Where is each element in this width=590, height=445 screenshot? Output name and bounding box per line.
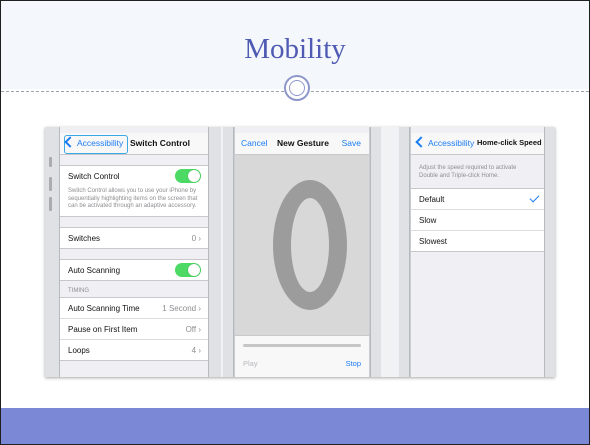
toggle-knob: [188, 170, 200, 182]
phone-bezel-right: [544, 127, 555, 377]
phone-bezel-left: [399, 127, 410, 377]
title-ornament-inner-circle-icon: [289, 80, 305, 96]
phone-side-button: [49, 197, 52, 211]
auto-scanning-row: Auto Scanning: [60, 260, 209, 280]
option-label: Slowest: [419, 237, 448, 246]
timing-group: Auto Scanning Time 1 Second › Pause on F…: [60, 296, 209, 361]
row-label: Auto Scanning Time: [68, 303, 140, 313]
nav-bar: Accessibility Switch Control: [60, 133, 209, 155]
switch-control-toggle[interactable]: [175, 169, 201, 183]
phone-bezel-right: [208, 127, 221, 377]
slide-title: Mobility: [244, 33, 346, 65]
switches-row[interactable]: Switches 0 ›: [60, 228, 209, 248]
phone-side-button: [49, 177, 52, 191]
recorded-gesture-stroke: [273, 180, 347, 310]
pause-on-first-item-row[interactable]: Pause on First Item Off ›: [60, 319, 209, 340]
phone-bezel-left: [223, 127, 234, 377]
nav-title: New Gesture: [277, 138, 329, 148]
loops-row[interactable]: Loops 4 ›: [60, 340, 209, 360]
back-button[interactable]: Accessibility: [64, 136, 124, 148]
option-label: Default: [419, 195, 445, 204]
switches-label: Switches: [68, 233, 101, 243]
toggle-knob: [188, 263, 200, 276]
gesture-canvas[interactable]: [235, 155, 369, 335]
timing-section-header: TIMING: [68, 287, 89, 294]
switches-group: Switches 0 ›: [60, 226, 209, 249]
back-label: Accessibility: [428, 138, 475, 148]
screen-home-click-speed: Accessibility Home-click Speed Adjust th…: [411, 127, 545, 377]
stop-button[interactable]: Stop: [346, 359, 361, 368]
phone-new-gesture: Cancel New Gesture Save Play Stop: [223, 127, 381, 377]
slide: Mobility Accessibility Switch Control Sw…: [0, 0, 590, 445]
nav-bar: Cancel New Gesture Save: [235, 133, 369, 155]
footer-bar: [1, 408, 589, 444]
nav-title: Home-click Speed: [477, 138, 542, 147]
auto-scanning-toggle[interactable]: [175, 262, 201, 277]
screen-new-gesture: Cancel New Gesture Save Play Stop: [235, 127, 369, 377]
title-ornament-circle-icon: [284, 75, 310, 101]
option-default[interactable]: Default: [411, 189, 545, 210]
back-label: Accessibility: [77, 138, 124, 148]
checkmark-icon: [529, 192, 540, 203]
switch-control-row: Switch Control: [60, 166, 209, 186]
row-value: Off ›: [185, 324, 201, 334]
phone-bezel-right: [370, 127, 381, 377]
phone-home-click-speed: Accessibility Home-click Speed Adjust th…: [399, 127, 555, 377]
back-button[interactable]: Accessibility: [415, 136, 475, 148]
home-click-description: Adjust the speed required to activate Do…: [411, 155, 545, 188]
row-value: 1 Second ›: [162, 303, 201, 313]
option-slowest[interactable]: Slowest: [411, 231, 545, 251]
row-label: Pause on First Item: [68, 324, 138, 334]
play-button[interactable]: Play: [243, 359, 258, 368]
nav-bar: Accessibility Home-click Speed: [411, 133, 545, 155]
save-button[interactable]: Save: [342, 138, 361, 148]
phone-side-button: [49, 157, 52, 167]
chevron-left-icon: [64, 136, 76, 148]
screen-switch-control: Accessibility Switch Control Switch Cont…: [60, 127, 209, 377]
phone-bezel-left: [45, 127, 60, 377]
cancel-button[interactable]: Cancel: [241, 138, 267, 148]
screenshots-panel: Accessibility Switch Control Switch Cont…: [45, 127, 555, 377]
switch-control-description: Switch Control allows you to use your iP…: [60, 186, 209, 216]
auto-scanning-label: Auto Scanning: [68, 265, 121, 275]
auto-scanning-group: Auto Scanning: [60, 258, 209, 281]
switch-control-group: Switch Control Switch Control allows you…: [60, 165, 209, 217]
chevron-left-icon: [415, 136, 427, 148]
auto-scanning-time-row[interactable]: Auto Scanning Time 1 Second ›: [60, 298, 209, 319]
option-slow[interactable]: Slow: [411, 210, 545, 231]
nav-title: Switch Control: [130, 138, 190, 148]
row-label: Loops: [68, 345, 90, 355]
speed-options-group: Default Slow Slowest: [411, 188, 545, 252]
row-value: 4 ›: [191, 345, 201, 355]
switch-control-label: Switch Control: [68, 172, 120, 181]
option-label: Slow: [419, 216, 437, 225]
playback-bar: Play Stop: [235, 335, 369, 377]
phone-switch-control: Accessibility Switch Control Switch Cont…: [45, 127, 221, 377]
switches-value: 0 ›: [191, 233, 201, 243]
playback-slider[interactable]: [243, 344, 361, 347]
